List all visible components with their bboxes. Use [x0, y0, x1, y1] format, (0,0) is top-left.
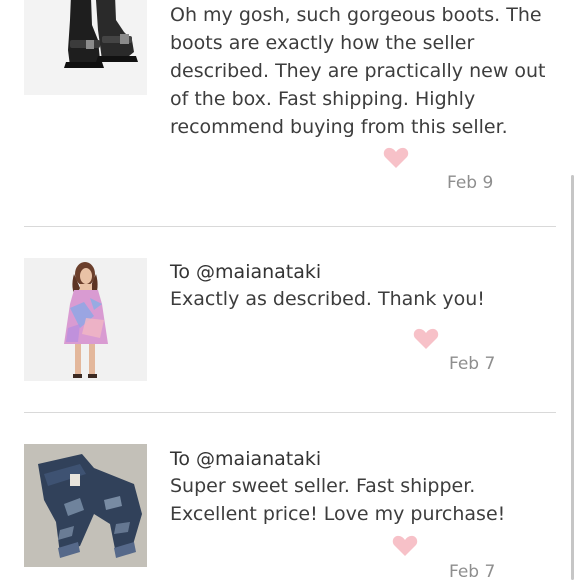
- dress-image: [24, 258, 147, 381]
- review-text-line: of the box. Fast shipping. Highly: [170, 88, 476, 110]
- heart-icon[interactable]: [413, 328, 439, 350]
- scrollbar[interactable]: [571, 175, 574, 580]
- review-item: Oh my gosh, such gorgeous boots. The boo…: [0, 0, 556, 225]
- jeans-image: [24, 444, 147, 567]
- review-text: Super sweet seller. Fast shipper. Excell…: [170, 472, 556, 528]
- boots-image: [24, 0, 147, 95]
- review-recipient[interactable]: To @maianataki: [170, 261, 321, 283]
- heart-icon[interactable]: [383, 147, 409, 169]
- review-text: Oh my gosh, such gorgeous boots. The boo…: [170, 1, 556, 141]
- review-date: Feb 7: [449, 562, 496, 580]
- review-recipient[interactable]: To @maianataki: [170, 448, 321, 470]
- heart-icon[interactable]: [392, 535, 418, 557]
- review-text-line: Excellent price! Love my purchase!: [170, 503, 506, 525]
- review-item: To @maianataki Super sweet seller. Fast …: [0, 413, 556, 580]
- review-date: Feb 7: [449, 354, 496, 374]
- dress-photo[interactable]: [24, 258, 147, 381]
- review-text-line: described. They are practically new out: [170, 60, 546, 82]
- review-date: Feb 9: [447, 173, 494, 193]
- review-text-line: Exactly as described. Thank you!: [170, 288, 485, 310]
- review-text-line: recommend buying from this seller.: [170, 116, 508, 138]
- review-text-line: boots are exactly how the seller: [170, 32, 475, 54]
- review-text-line: Super sweet seller. Fast shipper.: [170, 475, 476, 497]
- review-text-line: Oh my gosh, such gorgeous boots. The: [170, 4, 542, 26]
- review-feed: Oh my gosh, such gorgeous boots. The boo…: [0, 0, 580, 580]
- boots-photo[interactable]: [24, 0, 147, 95]
- review-item: To @maianataki Exactly as described. Tha…: [0, 227, 556, 412]
- review-text: Exactly as described. Thank you!: [170, 285, 556, 313]
- jeans-photo[interactable]: [24, 444, 147, 567]
